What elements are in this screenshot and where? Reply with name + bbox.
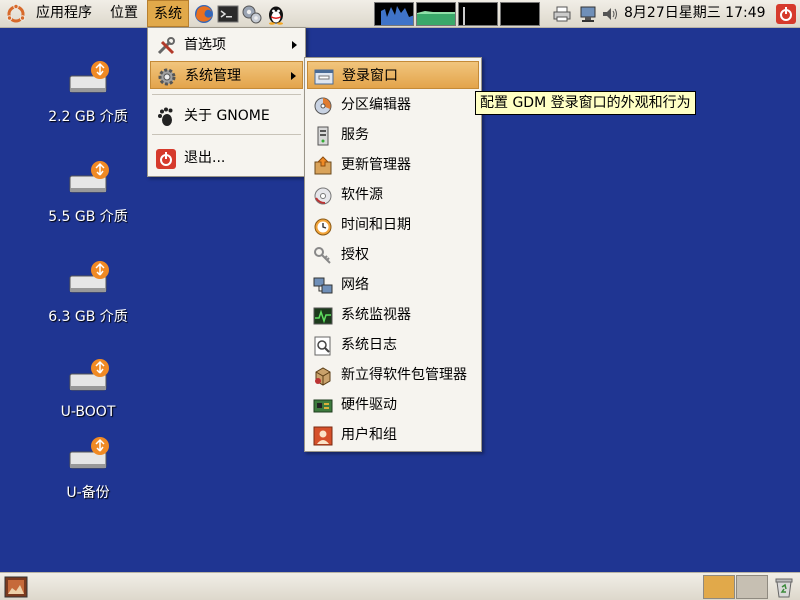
menu-item-authorization[interactable]: 授权	[307, 241, 479, 269]
removable-drive-icon	[69, 359, 109, 391]
ubuntu-logo-icon[interactable]	[6, 4, 26, 24]
menu-separator	[152, 134, 301, 135]
login-window-icon	[314, 69, 334, 85]
trash-icon[interactable]	[772, 576, 796, 598]
menu-item-network[interactable]: 网络	[307, 271, 479, 299]
gnome-foot-icon	[158, 107, 173, 126]
menu-item-administration[interactable]: 系统管理	[150, 61, 303, 89]
system-log-icon	[314, 336, 331, 356]
menu-item-users-and-groups[interactable]: 用户和组	[307, 421, 479, 449]
show-desktop-icon[interactable]	[4, 576, 28, 598]
desktop-icon-label: 2.2 GB 介质	[48, 109, 128, 125]
shutdown-icon[interactable]	[776, 4, 796, 24]
desktop-icon-drive-5[interactable]: U-备份	[28, 434, 148, 502]
menu-item-label: 退出...	[184, 150, 226, 166]
disk-monitor[interactable]	[500, 2, 540, 26]
menu-item-synaptic[interactable]: 新立得软件包管理器	[307, 361, 479, 389]
menu-item-preferences[interactable]: 首选项	[150, 31, 303, 59]
removable-drive-icon	[69, 161, 109, 193]
removable-drive-icon	[69, 261, 109, 293]
menu-item-label: 时间和日期	[341, 217, 411, 233]
desktop-icon-label: 6.3 GB 介质	[48, 309, 128, 325]
menu-item-software-sources[interactable]: 软件源	[307, 181, 479, 209]
services-icon	[317, 126, 329, 146]
menu-item-update-manager[interactable]: 更新管理器	[307, 151, 479, 179]
keys-icon	[314, 247, 331, 264]
menu-item-label: 软件源	[341, 187, 383, 203]
desktop-icon-label: U-BOOT	[60, 404, 116, 420]
software-sources-icon	[314, 187, 332, 205]
logout-icon	[156, 149, 176, 169]
synaptic-icon	[315, 367, 331, 386]
printer-icon[interactable]	[552, 5, 572, 23]
menu-item-label: 用户和组	[341, 427, 397, 443]
network-icon	[313, 277, 333, 294]
update-manager-icon	[314, 156, 332, 175]
workspace-1[interactable]	[703, 575, 735, 599]
desktop-icon-drive-3[interactable]: 6.3 GB 介质	[28, 258, 148, 326]
memory-monitor[interactable]	[416, 2, 456, 26]
menu-item-label: 系统日志	[341, 337, 397, 353]
menu-item-label: 硬件驱动	[341, 397, 397, 413]
gear-tool-icon[interactable]	[241, 3, 263, 25]
submenu-arrow-icon	[292, 41, 297, 49]
top-panel: 应用程序 位置 系统 8月27日星期三 17:49	[0, 0, 800, 28]
preferences-icon	[157, 37, 175, 55]
menu-item-partition-editor[interactable]: 分区编辑器	[307, 91, 479, 119]
network-status-icon[interactable]	[578, 5, 598, 23]
system-monitor-icon	[313, 307, 333, 325]
clock-icon	[314, 218, 332, 236]
menu-item-label: 授权	[341, 247, 369, 263]
menu-item-label: 系统监视器	[341, 307, 411, 323]
menu-item-about-gnome[interactable]: 关于 GNOME	[150, 102, 303, 130]
menu-item-label: 更新管理器	[341, 157, 411, 173]
administration-gear-icon	[158, 68, 176, 86]
tooltip: 配置 GDM 登录窗口的外观和行为	[475, 91, 696, 115]
menu-item-label: 登录窗口	[342, 68, 398, 84]
firefox-icon[interactable]	[193, 3, 215, 25]
cpu-monitor[interactable]	[374, 2, 414, 26]
removable-drive-icon	[69, 61, 109, 93]
menu-item-label: 关于 GNOME	[184, 108, 270, 124]
menu-item-label: 分区编辑器	[341, 97, 411, 113]
volume-icon[interactable]	[601, 5, 621, 23]
menu-item-label: 网络	[341, 277, 369, 293]
desktop-icon-drive-2[interactable]: 5.5 GB 介质	[28, 158, 148, 226]
menu-item-label: 服务	[341, 127, 369, 143]
menu-item-login-window[interactable]: 登录窗口	[307, 61, 479, 89]
hardware-drivers-icon	[313, 399, 333, 413]
menu-separator	[152, 94, 301, 95]
desktop-icon-drive-4[interactable]: U-BOOT	[28, 356, 148, 420]
clock[interactable]: 8月27日星期三 17:49	[624, 0, 766, 27]
desktop-icon-label: U-备份	[66, 485, 110, 501]
desktop-icon-drive-1[interactable]: 2.2 GB 介质	[28, 58, 148, 126]
administration-submenu: 登录窗口 分区编辑器 服务 更新管理器 软件源 时间和日期 授权 网络 系统监视…	[304, 57, 482, 452]
users-groups-icon	[313, 426, 333, 446]
workspace-2[interactable]	[736, 575, 768, 599]
menu-item-label: 新立得软件包管理器	[341, 367, 467, 383]
menu-item-label: 系统管理	[185, 68, 241, 84]
applications-menu[interactable]: 应用程序	[30, 0, 98, 27]
submenu-arrow-icon	[291, 72, 296, 80]
network-monitor[interactable]	[458, 2, 498, 26]
system-menu[interactable]: 系统	[147, 0, 189, 27]
menu-item-hardware-drivers[interactable]: 硬件驱动	[307, 391, 479, 419]
removable-drive-icon	[69, 437, 109, 469]
menu-item-time-and-date[interactable]: 时间和日期	[307, 211, 479, 239]
bottom-panel	[0, 572, 800, 600]
menu-item-logout[interactable]: 退出...	[150, 144, 303, 172]
menu-item-system-log[interactable]: 系统日志	[307, 331, 479, 359]
menu-item-services[interactable]: 服务	[307, 121, 479, 149]
menu-item-label: 首选项	[184, 37, 226, 53]
terminal-icon[interactable]	[217, 3, 239, 25]
desktop-icon-label: 5.5 GB 介质	[48, 209, 128, 225]
menu-item-system-monitor[interactable]: 系统监视器	[307, 301, 479, 329]
partition-editor-icon	[314, 97, 332, 115]
system-menu-dropdown: 首选项 系统管理 关于 GNOME 退出...	[147, 27, 306, 177]
places-menu[interactable]: 位置	[104, 0, 144, 27]
qq-penguin-icon[interactable]	[265, 3, 287, 25]
